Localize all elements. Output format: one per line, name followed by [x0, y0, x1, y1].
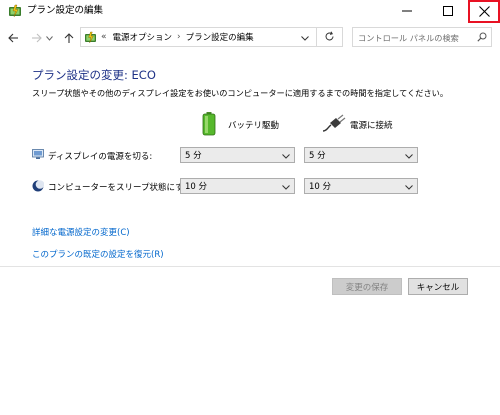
maximize-button[interactable]	[429, 0, 467, 22]
sleep-label: コンピューターをスリープ状態にする:	[48, 183, 195, 193]
display-icon	[32, 149, 44, 163]
chevron-down-icon	[282, 183, 290, 193]
sleep-moon-icon	[32, 180, 45, 195]
back-button[interactable]	[5, 28, 21, 48]
plugged-in-column-label: 電源に接続	[350, 121, 393, 131]
forward-arrow-icon	[31, 33, 42, 43]
page-title: プラン設定の変更: ECO	[32, 68, 156, 82]
page-description: スリープ状態やその他のディスプレイ設定をお使いのコンピューターに適用するまでの時…	[32, 88, 449, 98]
close-button[interactable]	[468, 0, 500, 23]
recent-locations-button[interactable]	[44, 28, 54, 48]
breadcrumb-overflow[interactable]: «	[101, 32, 107, 42]
chevron-down-icon	[45, 35, 53, 41]
minimize-icon	[402, 10, 412, 12]
sleep-battery-value: 10 分	[185, 182, 208, 192]
display-plugged-select[interactable]: 5 分	[304, 147, 418, 163]
sleep-battery-select[interactable]: 10 分	[180, 178, 295, 194]
refresh-button[interactable]	[324, 31, 335, 45]
refresh-icon	[325, 31, 334, 41]
search-input[interactable]: コントロール パネルの検索	[358, 32, 459, 44]
turn-off-display-label: ディスプレイの電源を切る:	[48, 152, 153, 162]
address-history-dropdown[interactable]	[301, 34, 309, 44]
back-arrow-icon	[7, 33, 18, 43]
breadcrumb-edit-plan[interactable]: プラン設定の編集	[186, 31, 254, 43]
title-bar: プラン設定の編集	[0, 0, 500, 28]
display-battery-select[interactable]: 5 分	[180, 147, 295, 163]
minimize-button[interactable]	[388, 0, 426, 22]
battery-icon	[202, 112, 216, 139]
search-box[interactable]: コントロール パネルの検索	[352, 27, 492, 47]
maximize-icon	[443, 6, 453, 16]
breadcrumb-power-options[interactable]: 電源オプション	[113, 31, 173, 43]
up-arrow-icon	[64, 32, 74, 43]
control-panel-icon	[84, 31, 97, 44]
address-divider	[316, 27, 317, 47]
power-plug-icon	[322, 114, 346, 137]
close-highlight-outline	[468, 0, 500, 23]
chevron-down-icon	[405, 183, 413, 193]
address-bar[interactable]: « 電源オプション › プラン設定の編集	[80, 27, 343, 47]
display-plugged-value: 5 分	[309, 151, 326, 161]
cancel-button[interactable]: キャンセル	[408, 278, 468, 295]
sleep-plugged-select[interactable]: 10 分	[304, 178, 418, 194]
search-icon[interactable]	[477, 32, 487, 45]
save-changes-button[interactable]: 変更の保存	[332, 278, 402, 295]
chevron-down-icon	[301, 36, 309, 41]
up-button[interactable]	[61, 28, 77, 48]
restore-defaults-link[interactable]: このプランの既定の設定を復元(R)	[32, 248, 164, 260]
footer-divider	[0, 266, 500, 267]
forward-button[interactable]	[28, 28, 44, 48]
breadcrumb-separator[interactable]: ›	[177, 32, 181, 42]
battery-column-label: バッテリ駆動	[228, 121, 280, 131]
display-battery-value: 5 分	[185, 151, 202, 161]
advanced-settings-link[interactable]: 詳細な電源設定の変更(C)	[32, 226, 130, 238]
chevron-down-icon	[405, 152, 413, 162]
sleep-plugged-value: 10 分	[309, 182, 332, 192]
window-title: プラン設定の編集	[27, 5, 104, 16]
power-options-icon	[8, 4, 22, 18]
chevron-down-icon	[282, 152, 290, 162]
